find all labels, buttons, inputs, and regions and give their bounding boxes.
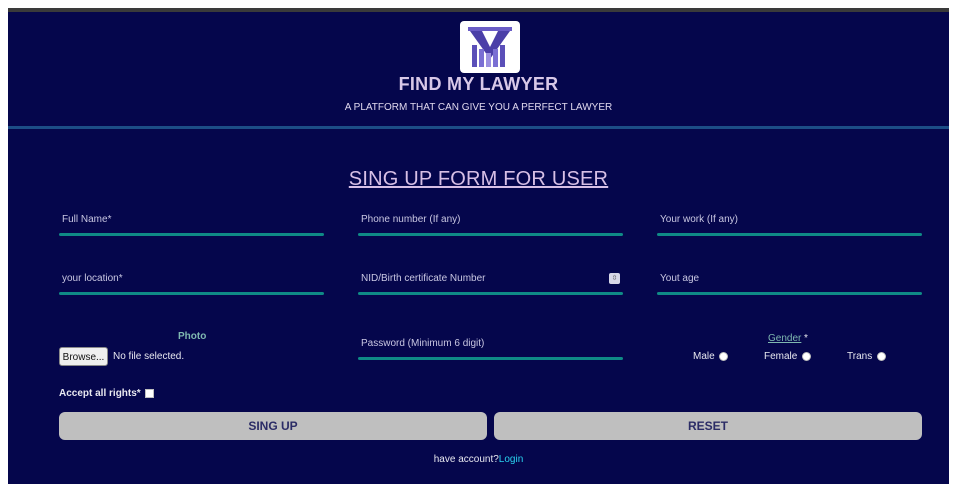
trans-radio[interactable] <box>876 351 886 361</box>
number-spinner-icon[interactable]: ⇳ <box>609 273 620 284</box>
nid-field[interactable]: NID/Birth certificate Number ⇳ <box>358 269 623 295</box>
browse-button[interactable]: Browse... <box>59 347 108 366</box>
female-radio[interactable] <box>802 351 812 361</box>
photo-label: Photo <box>178 331 207 342</box>
form-title: SING UP FORM FOR USER <box>348 168 609 190</box>
gender-option-label: Female <box>764 351 798 362</box>
field-underline <box>657 292 922 295</box>
full-name-placeholder: Full Name* <box>62 214 112 225</box>
gender-option-trans[interactable]: Trans <box>847 351 886 362</box>
file-status: No file selected. <box>113 351 185 362</box>
have-account-text: have account? <box>433 454 499 465</box>
field-underline <box>59 292 324 295</box>
gender-option-female[interactable]: Female <box>764 351 812 362</box>
password-field[interactable]: Password (Minimum 6 digit) <box>358 334 623 360</box>
field-underline <box>358 233 623 236</box>
reset-button[interactable]: RESET <box>494 412 922 440</box>
location-field[interactable]: your location* <box>59 269 324 295</box>
work-field[interactable]: Your work (If any) <box>657 210 922 236</box>
gender-label: Gender <box>768 333 802 344</box>
gender-option-male[interactable]: Male <box>693 351 729 362</box>
brand-tagline: A PLATFORM THAT CAN GIVE YOU A PERFECT L… <box>344 102 613 113</box>
field-underline <box>358 292 623 295</box>
login-link[interactable]: Login <box>499 454 523 465</box>
m-logo-icon <box>460 21 520 73</box>
phone-placeholder: Phone number (If any) <box>361 214 461 225</box>
male-radio[interactable] <box>719 351 729 361</box>
login-row: have account?Login <box>8 454 949 465</box>
signup-button[interactable]: SING UP <box>59 412 487 440</box>
full-name-field[interactable]: Full Name* <box>59 210 324 236</box>
field-underline <box>59 233 324 236</box>
field-underline <box>657 233 922 236</box>
accept-rights-label: Accept all rights* <box>59 388 141 399</box>
work-placeholder: Your work (If any) <box>660 214 738 225</box>
nid-placeholder: NID/Birth certificate Number <box>361 273 486 284</box>
age-field[interactable]: Yout age <box>657 269 922 295</box>
accept-checkbox[interactable] <box>145 388 155 398</box>
age-placeholder: Yout age <box>660 273 700 284</box>
password-placeholder: Password (Minimum 6 digit) <box>361 338 485 349</box>
signup-page: FIND MY LAWYER A PLATFORM THAT CAN GIVE … <box>8 12 949 484</box>
header-divider <box>8 126 949 129</box>
phone-field[interactable]: Phone number (If any) <box>358 210 623 236</box>
accept-rights[interactable]: Accept all rights* <box>59 388 155 399</box>
location-placeholder: your location* <box>62 273 123 284</box>
header: FIND MY LAWYER A PLATFORM THAT CAN GIVE … <box>8 12 949 127</box>
field-underline <box>358 357 623 360</box>
gender-option-label: Trans <box>847 351 873 362</box>
brand-title: FIND MY LAWYER <box>398 74 559 94</box>
gender-option-label: Male <box>693 351 715 362</box>
gender-required-mark: * <box>804 333 808 344</box>
